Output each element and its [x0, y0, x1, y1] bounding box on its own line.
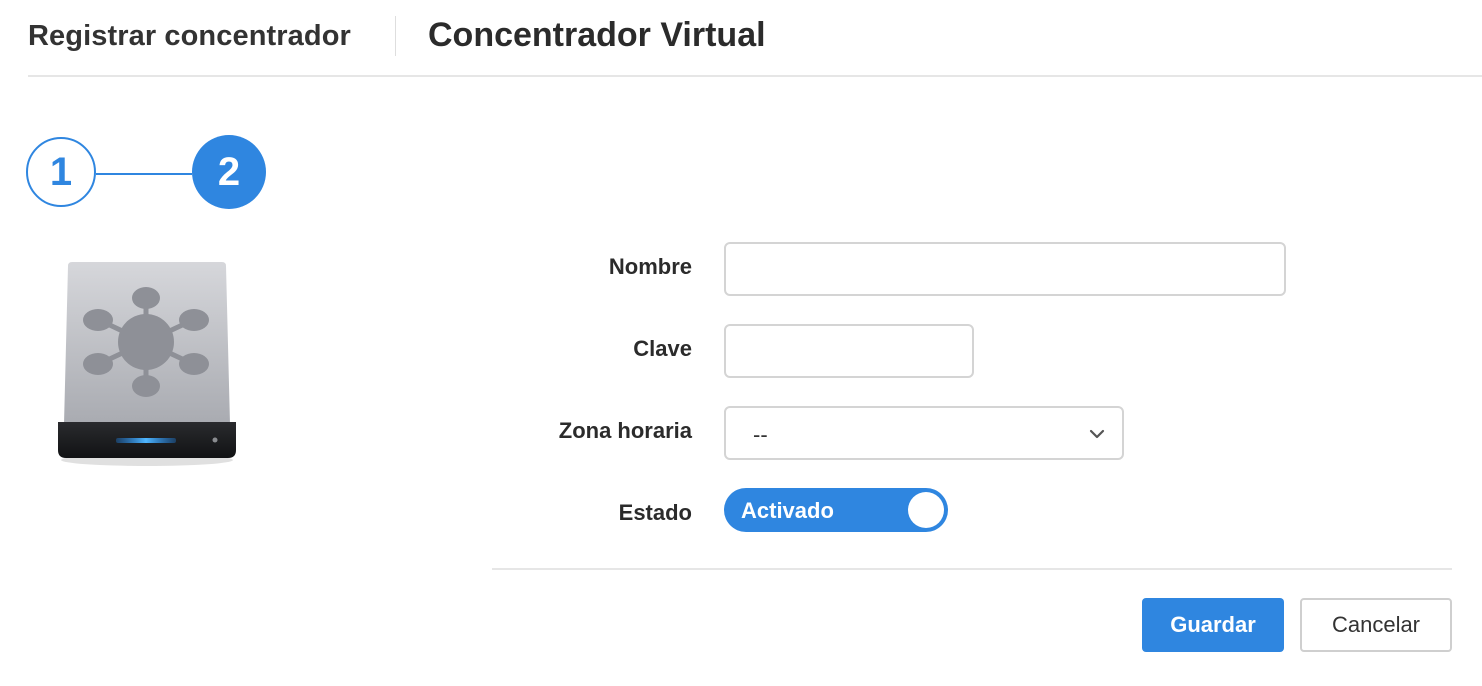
name-label: Nombre — [608, 254, 692, 279]
page-title: Concentrador Virtual — [428, 16, 766, 54]
chevron-down-icon — [1089, 429, 1105, 439]
header-divider — [395, 16, 396, 56]
key-input[interactable] — [724, 324, 974, 378]
page-header: Registrar concentrador Concentrador Virt… — [28, 0, 1482, 77]
wizard-stepper: 1 2 — [26, 135, 268, 211]
toggle-knob — [908, 492, 944, 528]
save-button[interactable]: Guardar — [1142, 598, 1284, 652]
step-1[interactable]: 1 — [26, 137, 96, 207]
timezone-label: Zona horaria — [558, 418, 692, 443]
status-label: Estado — [618, 500, 692, 525]
key-label: Clave — [633, 336, 692, 361]
status-toggle[interactable]: Activado — [724, 488, 948, 532]
name-input[interactable] — [724, 242, 1286, 296]
form-divider — [492, 568, 1452, 570]
breadcrumb-register-hub[interactable]: Registrar concentrador — [28, 20, 351, 53]
page: Registrar concentrador Concentrador Virt… — [0, 0, 1482, 686]
step-2-active: 2 — [192, 135, 266, 209]
virtual-hub-device-icon — [54, 262, 240, 468]
status-toggle-label: Activado — [741, 498, 834, 523]
step-connector — [96, 173, 192, 175]
timezone-select[interactable]: -- — [724, 406, 1124, 460]
cancel-button[interactable]: Cancelar — [1300, 598, 1452, 652]
timezone-selected-value: -- — [753, 422, 768, 447]
